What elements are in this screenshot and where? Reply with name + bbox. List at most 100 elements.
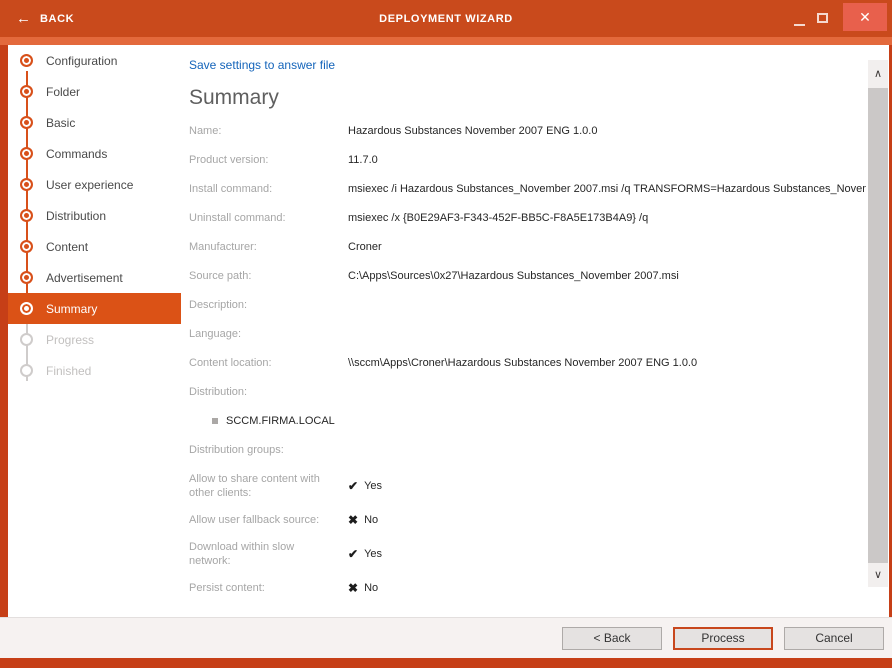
step-bullet-icon bbox=[20, 178, 33, 191]
maximize-icon bbox=[817, 13, 828, 23]
sidebar-item-user-experience[interactable]: User experience bbox=[8, 169, 181, 200]
back-label: BACK bbox=[40, 13, 74, 25]
close-button[interactable]: ✕ bbox=[843, 3, 887, 31]
step-bullet-icon bbox=[20, 240, 33, 253]
field-row-content-location: Content location: \\sccm\Apps\Croner\Haz… bbox=[189, 356, 866, 370]
field-label: Allow to share content with other client… bbox=[189, 472, 348, 500]
field-value: msiexec /i Hazardous Substances_November… bbox=[348, 182, 866, 196]
step-label: Folder bbox=[46, 85, 80, 99]
sidebar-item-basic[interactable]: Basic bbox=[8, 107, 181, 138]
field-label: Persist content: bbox=[189, 581, 348, 595]
field-label: Language: bbox=[189, 327, 348, 341]
step-bullet-icon bbox=[20, 271, 33, 284]
field-value: 11.7.0 bbox=[348, 153, 866, 167]
field-value: Yes bbox=[364, 480, 382, 493]
check-icon: ✔ bbox=[348, 548, 358, 561]
field-row-product-version: Product version: 11.7.0 bbox=[189, 153, 866, 167]
field-label: Distribution: bbox=[189, 385, 348, 399]
field-value: Hazardous Substances November 2007 ENG 1… bbox=[348, 124, 866, 138]
field-row-language: Language: bbox=[189, 327, 866, 341]
window-title: DEPLOYMENT WIZARD bbox=[0, 0, 892, 37]
field-label: Product version: bbox=[189, 153, 348, 167]
step-label: Progress bbox=[46, 333, 94, 347]
sidebar-item-summary[interactable]: Summary bbox=[8, 293, 181, 324]
field-value: No bbox=[364, 514, 378, 527]
scroll-up-button[interactable]: ∧ bbox=[868, 60, 888, 86]
page-title: Summary bbox=[189, 86, 866, 110]
field-value: msiexec /x {B0E29AF3-F343-452F-BB5C-F8A5… bbox=[348, 211, 866, 225]
back-button[interactable]: ← BACK bbox=[16, 0, 74, 37]
field-row-manufacturer: Manufacturer: Croner bbox=[189, 240, 866, 254]
field-value: Yes bbox=[364, 548, 382, 561]
field-row-source-path: Source path: C:\Apps\Sources\0x27\Hazard… bbox=[189, 269, 866, 283]
field-row-uninstall-command: Uninstall command: msiexec /x {B0E29AF3-… bbox=[189, 211, 866, 225]
step-bullet-icon bbox=[20, 54, 33, 67]
minimize-button[interactable] bbox=[791, 10, 808, 26]
field-value: No bbox=[364, 582, 378, 595]
step-label: Commands bbox=[46, 147, 107, 161]
field-label: Download within slow network: bbox=[189, 540, 348, 568]
back-step-button[interactable]: < Back bbox=[562, 627, 662, 650]
cancel-button[interactable]: Cancel bbox=[784, 627, 884, 650]
field-value: Croner bbox=[348, 240, 866, 254]
field-value: \\sccm\Apps\Croner\Hazardous Substances … bbox=[348, 356, 866, 370]
step-label: Content bbox=[46, 240, 88, 254]
field-label: Content location: bbox=[189, 356, 348, 370]
save-settings-link[interactable]: Save settings to answer file bbox=[189, 58, 335, 72]
field-label: Distribution groups: bbox=[189, 443, 348, 457]
accent-strip bbox=[0, 37, 892, 45]
wizard-steps-sidebar: Configuration Folder Basic Commands User… bbox=[8, 45, 181, 617]
distribution-point-name: SCCM.FIRMA.LOCAL bbox=[226, 414, 335, 428]
field-value: C:\Apps\Sources\0x27\Hazardous Substance… bbox=[348, 269, 866, 283]
bottom-border bbox=[0, 658, 892, 668]
sidebar-item-configuration[interactable]: Configuration bbox=[8, 45, 181, 76]
step-label: Advertisement bbox=[46, 271, 123, 285]
titlebar: ← BACK DEPLOYMENT WIZARD ✕ bbox=[0, 0, 892, 37]
step-bullet-icon bbox=[20, 333, 33, 346]
summary-panel: Save settings to answer file Summary Nam… bbox=[189, 50, 866, 612]
back-arrow-icon: ← bbox=[16, 11, 31, 26]
step-bullet-icon bbox=[20, 209, 33, 222]
field-row-install-command: Install command: msiexec /i Hazardous Su… bbox=[189, 182, 866, 196]
cross-icon: ✖ bbox=[348, 514, 358, 527]
field-row-distribution: Distribution: bbox=[189, 385, 866, 399]
field-label: Install command: bbox=[189, 182, 348, 196]
sidebar-item-folder[interactable]: Folder bbox=[8, 76, 181, 107]
field-row-persist-content: Persist content: ✖ No bbox=[189, 581, 866, 595]
sidebar-item-progress: Progress bbox=[8, 324, 181, 355]
deployment-wizard-window: ← BACK DEPLOYMENT WIZARD ✕ Configuration… bbox=[0, 0, 892, 668]
sidebar-item-advertisement[interactable]: Advertisement bbox=[8, 262, 181, 293]
sidebar-item-distribution[interactable]: Distribution bbox=[8, 200, 181, 231]
scroll-down-button[interactable]: ∨ bbox=[868, 561, 888, 587]
step-bullet-icon bbox=[20, 116, 33, 129]
vertical-scrollbar[interactable]: ∧ ∨ bbox=[868, 60, 888, 587]
step-label: User experience bbox=[46, 178, 133, 192]
close-icon: ✕ bbox=[859, 9, 871, 26]
check-icon: ✔ bbox=[348, 480, 358, 493]
field-row-user-fallback: Allow user fallback source: ✖ No bbox=[189, 513, 866, 527]
step-bullet-icon bbox=[20, 364, 33, 377]
step-bullet-icon bbox=[20, 302, 33, 315]
step-label: Distribution bbox=[46, 209, 106, 223]
field-row-share-content: Allow to share content with other client… bbox=[189, 472, 866, 500]
field-label: Allow user fallback source: bbox=[189, 513, 348, 527]
process-button[interactable]: Process bbox=[673, 627, 773, 650]
minimize-icon bbox=[794, 24, 805, 26]
sidebar-item-finished: Finished bbox=[8, 355, 181, 386]
footer-bar: < Back Process Cancel bbox=[0, 617, 892, 658]
step-bullet-icon bbox=[20, 147, 33, 160]
field-row-name: Name: Hazardous Substances November 2007… bbox=[189, 124, 866, 138]
step-label: Basic bbox=[46, 116, 75, 130]
field-row-description: Description: bbox=[189, 298, 866, 312]
sidebar-item-content[interactable]: Content bbox=[8, 231, 181, 262]
square-bullet-icon bbox=[212, 418, 218, 424]
chevron-down-icon: ∨ bbox=[874, 568, 882, 581]
field-row-distribution-groups: Distribution groups: bbox=[189, 443, 866, 457]
sidebar-item-commands[interactable]: Commands bbox=[8, 138, 181, 169]
scrollbar-thumb[interactable] bbox=[868, 88, 888, 563]
step-label: Finished bbox=[46, 364, 91, 378]
distribution-point-item: SCCM.FIRMA.LOCAL bbox=[212, 414, 866, 428]
maximize-button[interactable] bbox=[814, 10, 831, 26]
step-label: Configuration bbox=[46, 54, 117, 68]
field-label: Name: bbox=[189, 124, 348, 138]
